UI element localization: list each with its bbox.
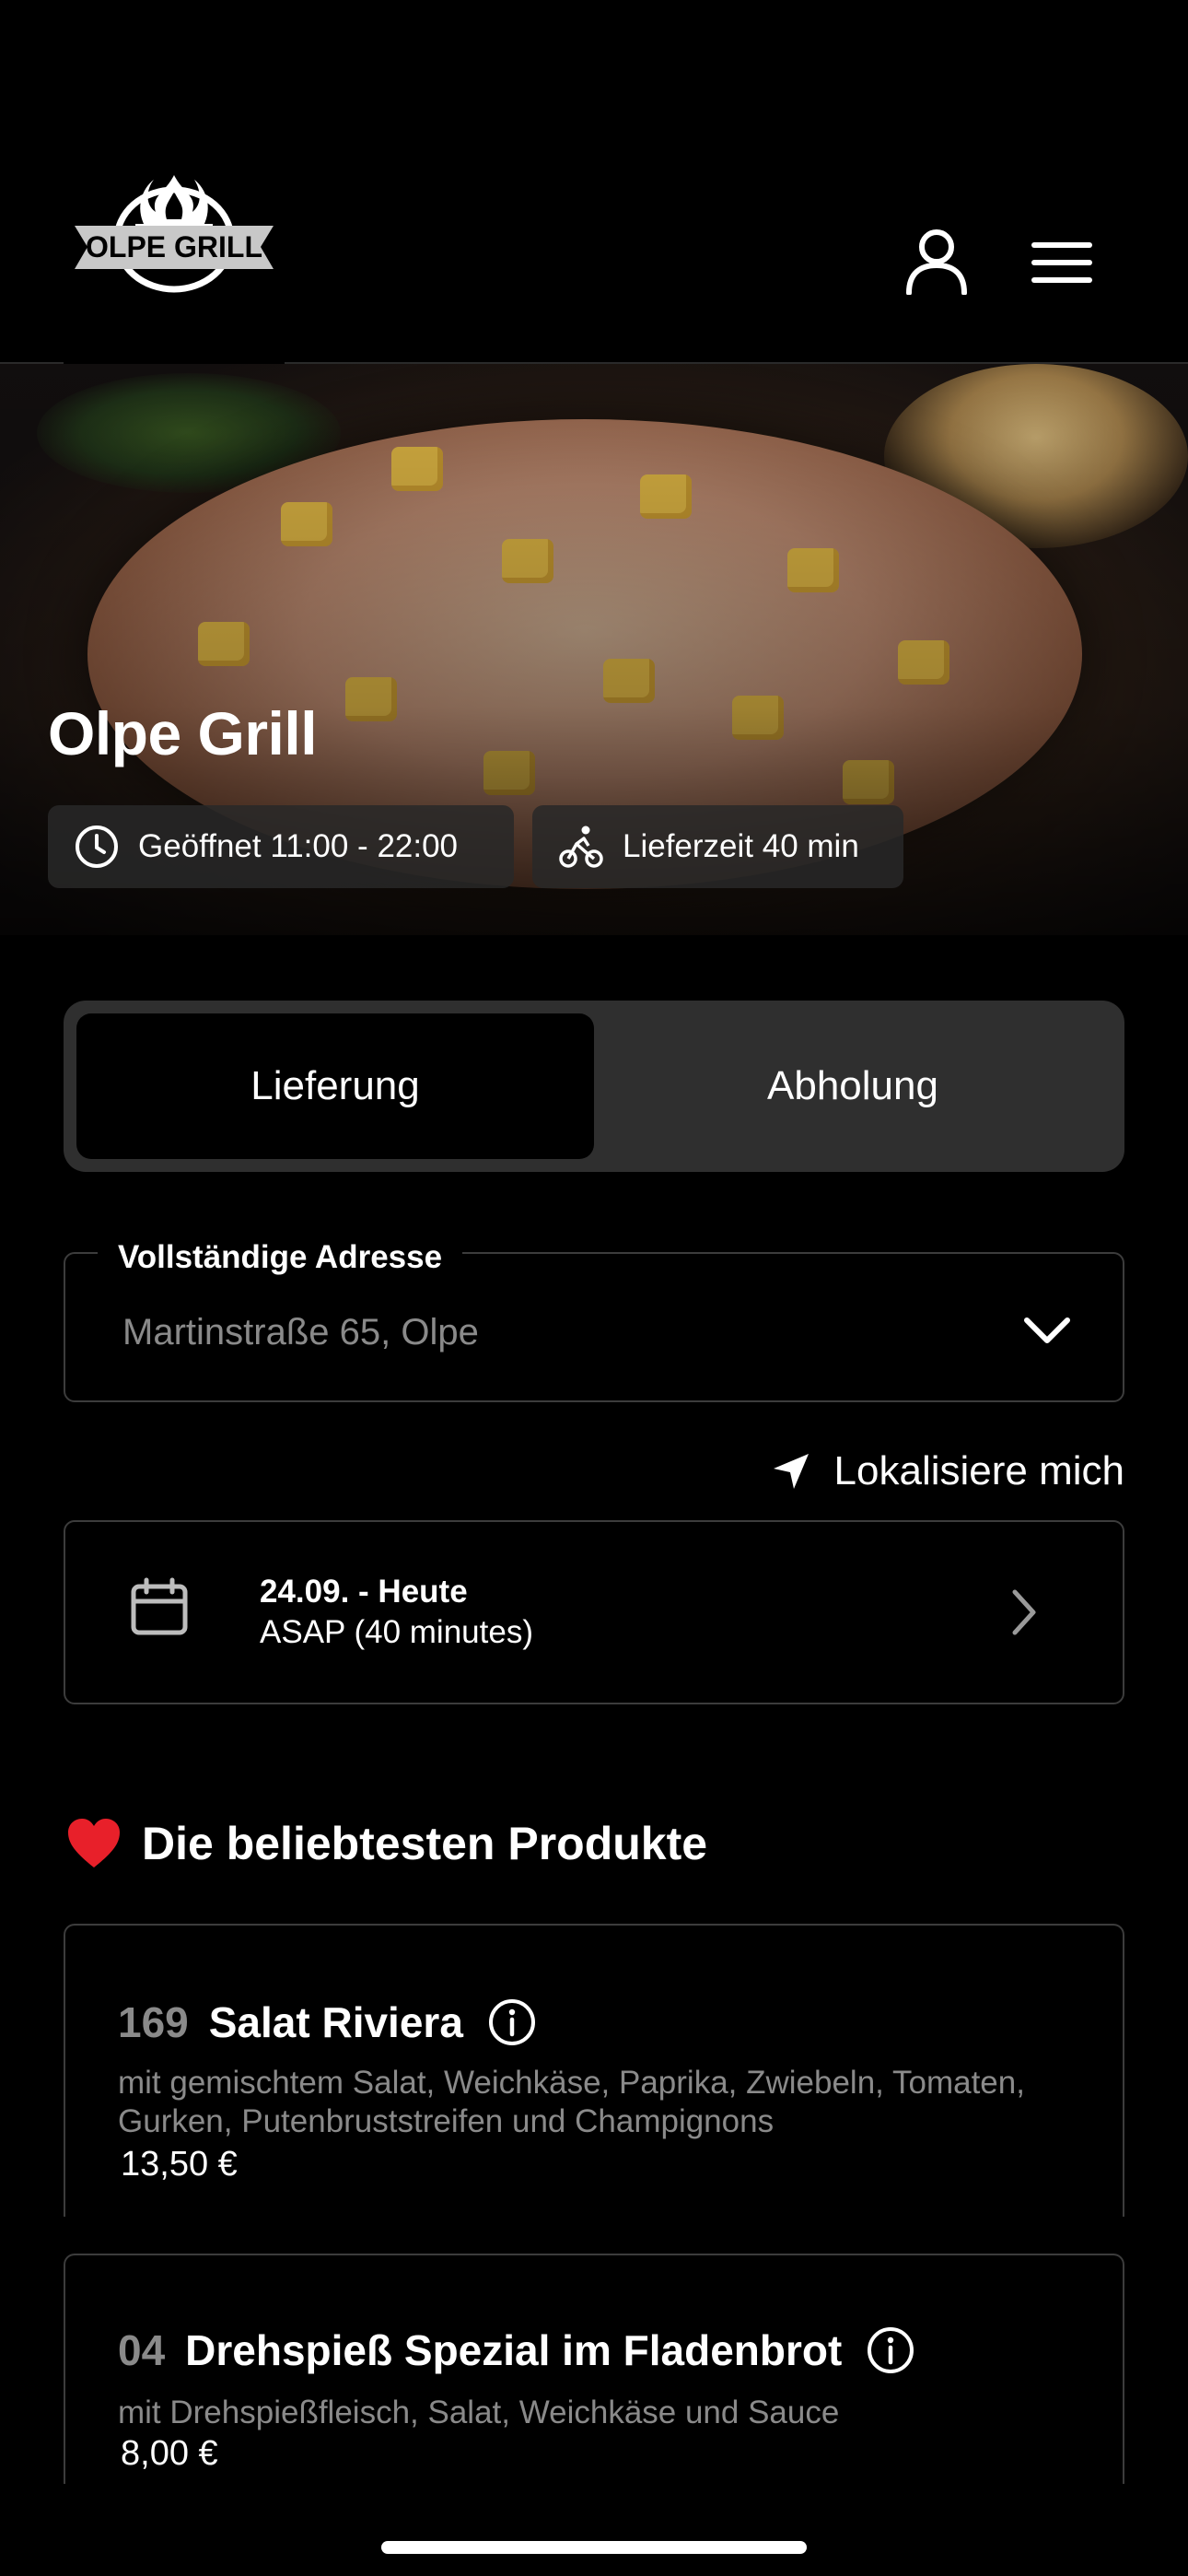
opening-hours-badge: Geöffnet 11:00 - 22:00 (48, 805, 514, 888)
tab-delivery[interactable]: Lieferung (76, 1013, 594, 1159)
locate-me-label: Lokalisiere mich (833, 1448, 1124, 1493)
home-indicator[interactable] (381, 2541, 807, 2554)
tab-pickup[interactable]: Abholung (594, 1013, 1112, 1159)
location-arrow-icon (773, 1454, 809, 1489)
heart-icon (68, 1819, 120, 1868)
menu-icon[interactable] (1031, 241, 1092, 288)
product-description: mit Drehspießfleisch, Salat, Weichkäse u… (118, 2395, 840, 2430)
chevron-right-icon[interactable] (1009, 1588, 1039, 1641)
delivery-time-selector[interactable] (64, 1520, 1124, 1704)
info-icon[interactable] (866, 2325, 915, 2375)
product-description: mit gemischtem Salat, Weichkäse, Paprika… (118, 2065, 1025, 2139)
product-name: Drehspieß Spezial im Fladenbrot (185, 2326, 843, 2374)
locate-me-link[interactable]: Lokalisiere mich (772, 1448, 1124, 1494)
delivery-time-value: ASAP (40 minutes) (260, 1614, 533, 1650)
product-number: 04 (118, 2326, 166, 2374)
popular-products-title: Die beliebtesten Produkte (142, 1818, 708, 1869)
delivery-time-text: Lieferzeit 40 min (623, 828, 859, 864)
address-value[interactable]: Martinstraße 65, Olpe (122, 1312, 479, 1353)
order-mode-toggle: Lieferung Abholung (64, 1001, 1124, 1172)
product-number: 169 (118, 1998, 189, 2046)
product-header: 04 Drehspieß Spezial im Fladenbrot (118, 2325, 915, 2375)
clock-icon (76, 825, 118, 868)
product-price: 8,00 € (121, 2434, 218, 2473)
product-price: 13,50 € (121, 2145, 238, 2184)
product-name: Salat Riviera (208, 1998, 463, 2046)
olpe-grill-logo-icon: OLPE GRILL (75, 175, 274, 293)
bicycle-courier-icon (559, 825, 603, 868)
product-header: 169 Salat Riviera (118, 1997, 537, 2047)
delivery-time-badge: Lieferzeit 40 min (532, 805, 903, 888)
logo-text: OLPE GRILL (86, 230, 262, 263)
info-icon[interactable] (487, 1997, 537, 2047)
delivery-date: 24.09. - Heute (260, 1574, 468, 1610)
address-label: Vollständige Adresse (98, 1239, 463, 1276)
calendar-icon (130, 1577, 189, 1641)
restaurant-title: Olpe Grill (48, 699, 318, 767)
opening-hours-text: Geöffnet 11:00 - 22:00 (138, 828, 459, 864)
user-icon[interactable] (904, 228, 969, 299)
logo[interactable]: OLPE GRILL (64, 138, 285, 372)
popular-products-heading: Die beliebtesten Produkte (66, 1817, 707, 1870)
chevron-down-icon[interactable] (1022, 1313, 1072, 1354)
